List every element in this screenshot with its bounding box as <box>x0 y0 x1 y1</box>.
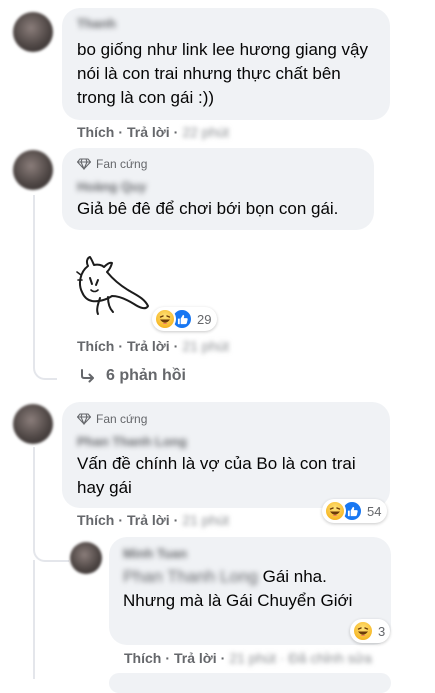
comment-author[interactable]: Thanh <box>77 16 116 31</box>
separator-dot: · <box>173 338 179 354</box>
mention-tag[interactable]: Phan Thanh Long <box>123 567 258 586</box>
avatar[interactable] <box>13 404 53 444</box>
fan-badge: Fan cứng <box>77 412 147 426</box>
separator-dot: · <box>173 124 179 140</box>
comment-bubble: Fan cứng Hoàng Quy Giả bê đê để chơi bới… <box>62 148 374 230</box>
haha-reaction-icon <box>352 620 374 642</box>
thread-line <box>33 560 35 679</box>
comment-text-part: Nhưng mà là Gái Chuyển Giới <box>123 591 353 610</box>
like-link[interactable]: Thích <box>77 338 114 354</box>
comment-text: Vấn đề chính là vợ của Bo là con trai ha… <box>77 454 356 497</box>
like-link[interactable]: Thích <box>124 650 161 666</box>
comment-text: Giả bê đê để chơi bới bọn con gái. <box>77 199 339 218</box>
comment-author[interactable]: Phan Thanh Long <box>77 434 187 449</box>
thread-line <box>33 195 57 380</box>
separator-dot: · <box>118 512 124 528</box>
comment-text: Phan Thanh Long Gái nha. Nhưng mà là Gái… <box>123 565 385 613</box>
separator-dot: · <box>118 338 124 354</box>
like-link[interactable]: Thích <box>77 512 114 528</box>
diamond-icon <box>77 158 91 170</box>
comment-bubble: Minh Tuan Phan Thanh Long Gái nha. Nhưng… <box>109 537 391 645</box>
comment-text-part: Gái nha. <box>257 567 327 586</box>
comment-author[interactable]: Minh Tuan <box>123 546 187 561</box>
reaction-summary[interactable]: 54 <box>322 499 388 523</box>
comment-actions: Thích · Trả lời · 22 phút <box>77 124 229 140</box>
comment-timestamp[interactable]: 21 phút <box>182 512 229 528</box>
comment-bubble-partial <box>109 673 391 693</box>
diamond-icon <box>77 413 91 425</box>
fan-badge-label: Fan cứng <box>96 157 148 171</box>
fan-badge-label: Fan cứng <box>96 412 148 426</box>
avatar[interactable] <box>13 12 53 52</box>
reaction-summary[interactable]: 3 <box>350 619 391 643</box>
separator-dot: · <box>165 650 171 666</box>
reply-arrow-icon <box>81 369 94 383</box>
reaction-summary[interactable]: 29 <box>152 307 218 331</box>
like-link[interactable]: Thích <box>77 124 114 140</box>
reply-link[interactable]: Trả lời <box>127 124 170 140</box>
haha-reaction-icon <box>154 308 176 330</box>
avatar[interactable] <box>13 150 53 190</box>
comment-timestamp[interactable]: 21 phút <box>182 338 229 354</box>
comment-actions: Thích · Trả lời · 21 phút <box>77 338 229 354</box>
comment-timestamp[interactable]: 21 phút · Đã chỉnh sửa <box>229 650 371 666</box>
peeking-cartoon-sticker <box>76 256 149 315</box>
reaction-count: 3 <box>378 623 386 639</box>
separator-dot: · <box>118 124 124 140</box>
comment-timestamp[interactable]: 22 phút <box>182 124 229 140</box>
comment-actions: Thích · Trả lời · 21 phút <box>77 512 229 528</box>
reply-link[interactable]: Trả lời <box>174 650 217 666</box>
fan-badge: Fan cứng <box>77 157 147 171</box>
comment-text: bo giống như link lee hương giang vậy nó… <box>77 40 368 107</box>
avatar[interactable] <box>70 542 102 574</box>
comment-author[interactable]: Hoàng Quy <box>77 179 146 194</box>
separator-dot: · <box>173 512 179 528</box>
comment-bubble: Thanh bo giống như link lee hương giang … <box>62 8 390 120</box>
haha-reaction-icon <box>324 500 346 522</box>
reply-link[interactable]: Trả lời <box>127 512 170 528</box>
reply-link[interactable]: Trả lời <box>127 338 170 354</box>
view-replies-label: 6 phản hồi <box>106 367 186 384</box>
view-replies-link[interactable]: 6 phản hồi <box>80 367 186 385</box>
comment-actions: Thích · Trả lời · 21 phút · Đã chỉnh sửa <box>124 650 372 666</box>
reaction-count: 29 <box>197 311 212 327</box>
separator-dot: · <box>220 650 226 666</box>
comment-bubble: Fan cứng Phan Thanh Long Vấn đề chính là… <box>62 402 390 508</box>
reaction-count: 54 <box>367 503 382 519</box>
